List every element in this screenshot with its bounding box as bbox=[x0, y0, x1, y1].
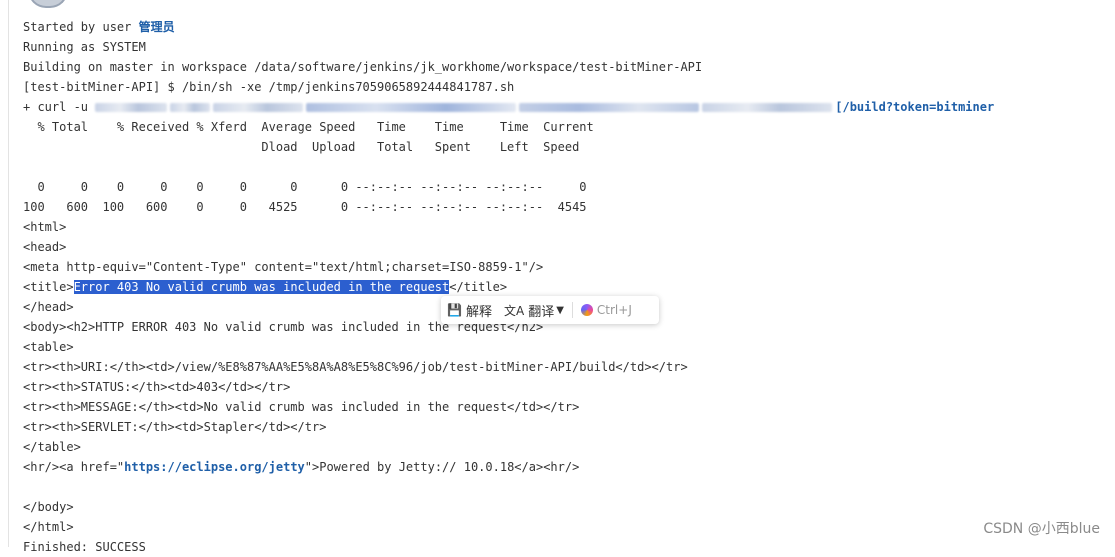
translate-icon: 文A bbox=[503, 303, 525, 318]
toolbar-divider bbox=[571, 302, 573, 318]
shortcut-label: Ctrl+J bbox=[596, 303, 632, 317]
curl-url-link[interactable]: [/build?token=bitminer bbox=[835, 100, 994, 114]
console-line-title: <title>Error 403 No valid crumb was incl… bbox=[23, 277, 1115, 297]
selection-toolbar: 💾 解释 文A 翻译 ▼ Ctrl+J bbox=[441, 296, 659, 324]
save-icon: 💾 bbox=[447, 303, 462, 317]
jetty-link[interactable]: https://eclipse.org/jetty bbox=[124, 460, 305, 474]
translate-label: 翻译 bbox=[528, 304, 555, 320]
user-avatar-icon bbox=[28, 0, 68, 8]
chevron-down-icon[interactable]: ▼ bbox=[556, 305, 564, 316]
console-line: </body> bbox=[23, 500, 74, 514]
redacted-url bbox=[306, 103, 517, 112]
console-line: Running as SYSTEM bbox=[23, 40, 146, 54]
console-line: <tr><th>MESSAGE:</th><td>No valid crumb … bbox=[23, 400, 580, 414]
selected-text[interactable]: Error 403 No valid crumb was included in… bbox=[73, 280, 450, 294]
redacted-credential bbox=[95, 103, 168, 112]
console-line: <tr><th>STATUS:</th><td>403</td></tr> bbox=[23, 380, 291, 394]
console-line: </table> bbox=[23, 440, 81, 454]
console-left-border bbox=[8, 0, 9, 547]
console-line: Dload Upload Total Spent Left Speed bbox=[23, 140, 580, 154]
console-line: </html> bbox=[23, 520, 74, 534]
console-line: 100 600 100 600 0 0 4525 0 --:--:-- --:-… bbox=[23, 200, 587, 214]
redacted-credential bbox=[170, 103, 211, 112]
hr-prefix: <hr/><a href=" bbox=[23, 460, 125, 474]
curl-prefix: + curl -u bbox=[23, 100, 96, 114]
console-line: <head> bbox=[23, 240, 67, 254]
started-prefix: Started by user bbox=[23, 20, 139, 34]
console-line: <table> bbox=[23, 340, 74, 354]
console-line: 0 0 0 0 0 0 0 0 --:--:-- --:--:-- --:--:… bbox=[23, 180, 587, 194]
title-close-tag: </title> bbox=[449, 280, 508, 294]
console-line-finished: Finished: SUCCESS bbox=[23, 540, 146, 554]
title-open-tag: <title> bbox=[23, 280, 74, 294]
redacted-url bbox=[702, 103, 833, 112]
console-line: [test-bitMiner-API] $ /bin/sh -xe /tmp/j… bbox=[23, 80, 515, 94]
started-user-link[interactable]: 管理员 bbox=[139, 20, 175, 34]
redacted-credential bbox=[213, 103, 304, 112]
explain-label: 解释 bbox=[465, 304, 492, 320]
console-line-curl: + curl -u [/build?token=bitminer bbox=[23, 97, 1115, 117]
ai-brain-icon bbox=[580, 304, 593, 316]
console-line-hr: <hr/><a href="https://eclipse.org/jetty"… bbox=[23, 457, 1115, 477]
console-line: <html> bbox=[23, 220, 67, 234]
console-line: % Total % Received % Xferd Average Speed… bbox=[23, 120, 594, 134]
redacted-url bbox=[519, 103, 700, 112]
console-line: <tr><th>URI:</th><td>/view/%E8%87%AA%E5%… bbox=[23, 360, 688, 374]
ai-assistant-button[interactable]: Ctrl+J bbox=[575, 296, 638, 324]
console-line: <meta http-equiv="Content-Type" content=… bbox=[23, 260, 544, 274]
watermark: CSDN @小西blue bbox=[983, 521, 1100, 537]
console-line: Building on master in workspace /data/so… bbox=[23, 60, 703, 74]
translate-button[interactable]: 文A 翻译 ▼ bbox=[498, 296, 570, 324]
explain-button[interactable]: 💾 解释 bbox=[441, 296, 498, 324]
console-output: Started by user 管理员 Running as SYSTEM Bu… bbox=[23, 17, 1115, 557]
console-line-started: Started by user 管理员 bbox=[23, 17, 1115, 37]
hr-suffix: ">Powered by Jetty:// 10.0.18</a><hr/> bbox=[304, 460, 580, 474]
console-line: <tr><th>SERVLET:</th><td>Stapler</td></t… bbox=[23, 420, 327, 434]
